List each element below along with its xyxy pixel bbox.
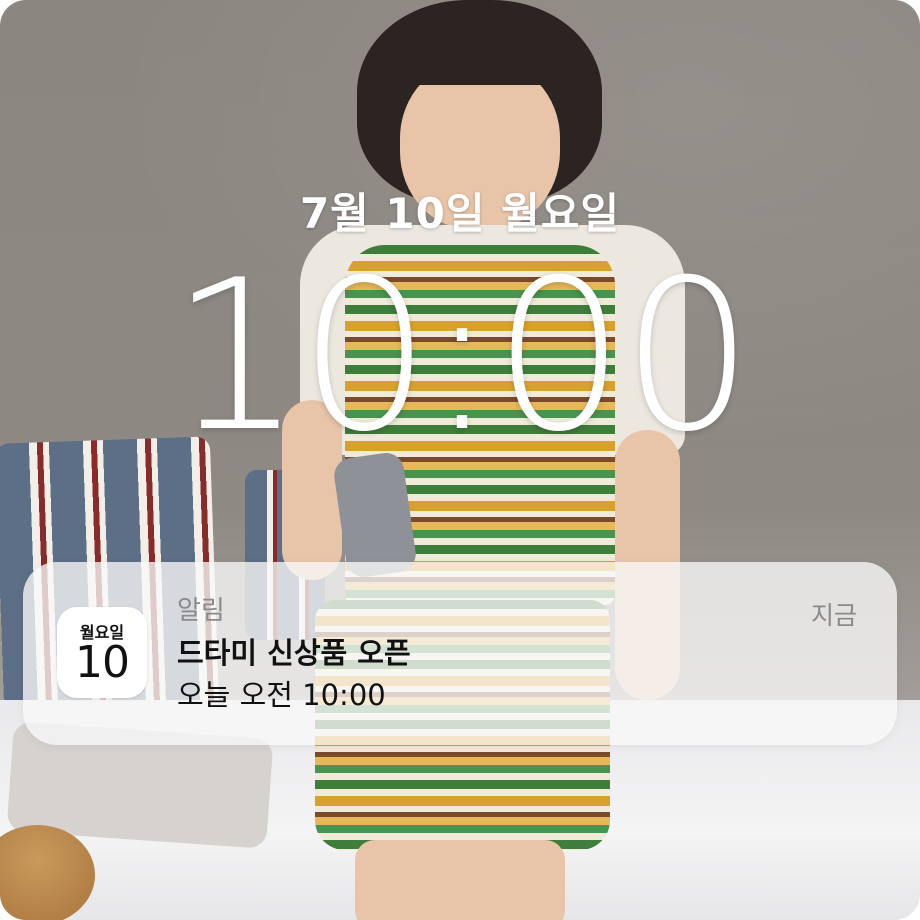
child-bangs — [395, 10, 575, 85]
calendar-icon-day: 10 — [75, 637, 130, 688]
notification-title: 드타미 신상품 오픈 — [177, 636, 411, 670]
notification-app-name: 알림 — [177, 596, 225, 626]
lock-screen: 7월 10일 월요일 10:00 월요일 10 알림 지금 드타미 신상품 오픈… — [0, 0, 920, 920]
lockscreen-date: 7월 10일 월요일 — [299, 189, 621, 238]
lockscreen-clock: 10:00 — [170, 236, 753, 478]
child-legs — [355, 840, 565, 920]
notification-body: 오늘 오전 10:00 — [177, 678, 386, 712]
calendar-icon: 월요일 10 — [57, 607, 147, 698]
notification-banner[interactable]: 월요일 10 알림 지금 드타미 신상품 오픈 오늘 오전 10:00 — [23, 562, 897, 745]
notification-timestamp: 지금 — [810, 601, 857, 630]
